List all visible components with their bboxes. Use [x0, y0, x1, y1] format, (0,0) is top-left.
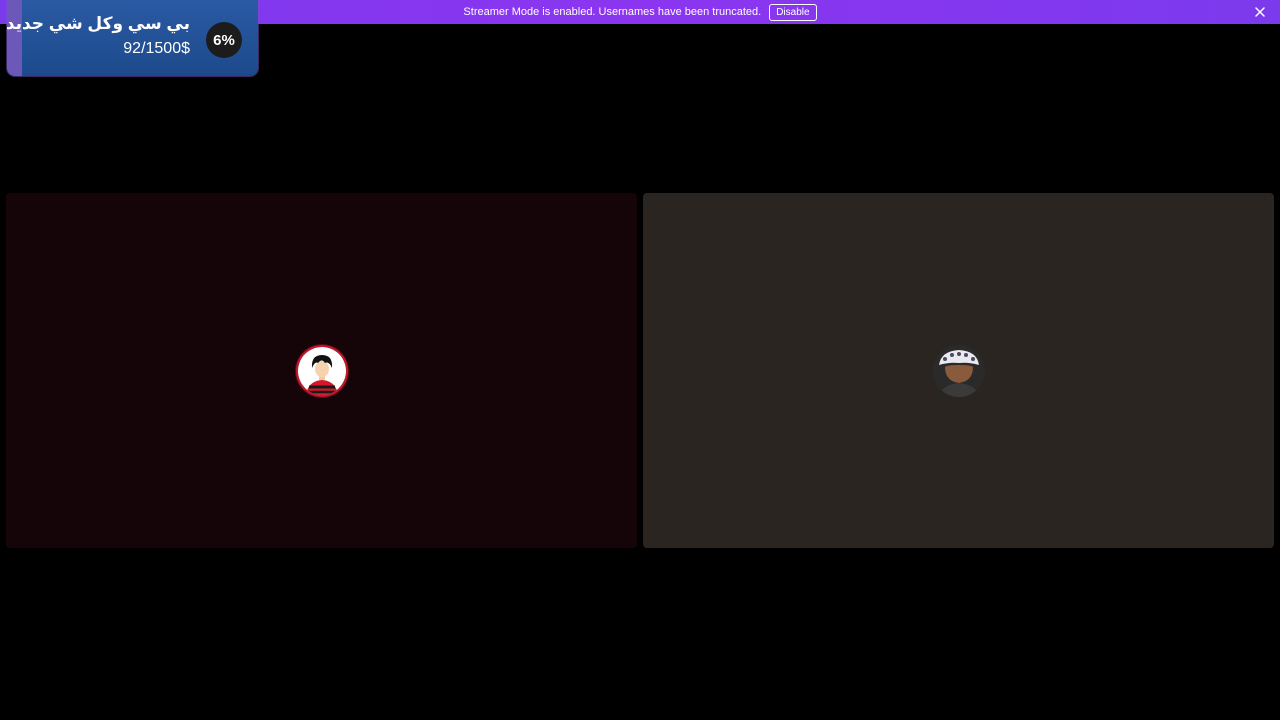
participant-tile-1[interactable] [6, 193, 637, 548]
goal-title: بي سي وكل شي جديد [7, 14, 190, 33]
white-hat-character-avatar-icon [932, 344, 985, 397]
close-icon[interactable] [1252, 4, 1268, 20]
donation-goal-widget: بي سي وكل شي جديد 92/1500$ 6% [7, 0, 258, 76]
participant-tile-2[interactable] [643, 193, 1274, 548]
participant-avatar-1[interactable] [295, 344, 348, 397]
red-black-cartoon-avatar-icon [297, 346, 346, 395]
disable-streamer-mode-button[interactable]: Disable [769, 3, 817, 21]
goal-progress-fill [7, 0, 22, 76]
goal-percent-badge: 6% [206, 22, 242, 58]
goal-amount: 92/1500$ [123, 40, 190, 57]
streamer-mode-text: Streamer Mode is enabled. Usernames have… [463, 6, 762, 18]
participant-avatar-2[interactable] [932, 344, 985, 397]
